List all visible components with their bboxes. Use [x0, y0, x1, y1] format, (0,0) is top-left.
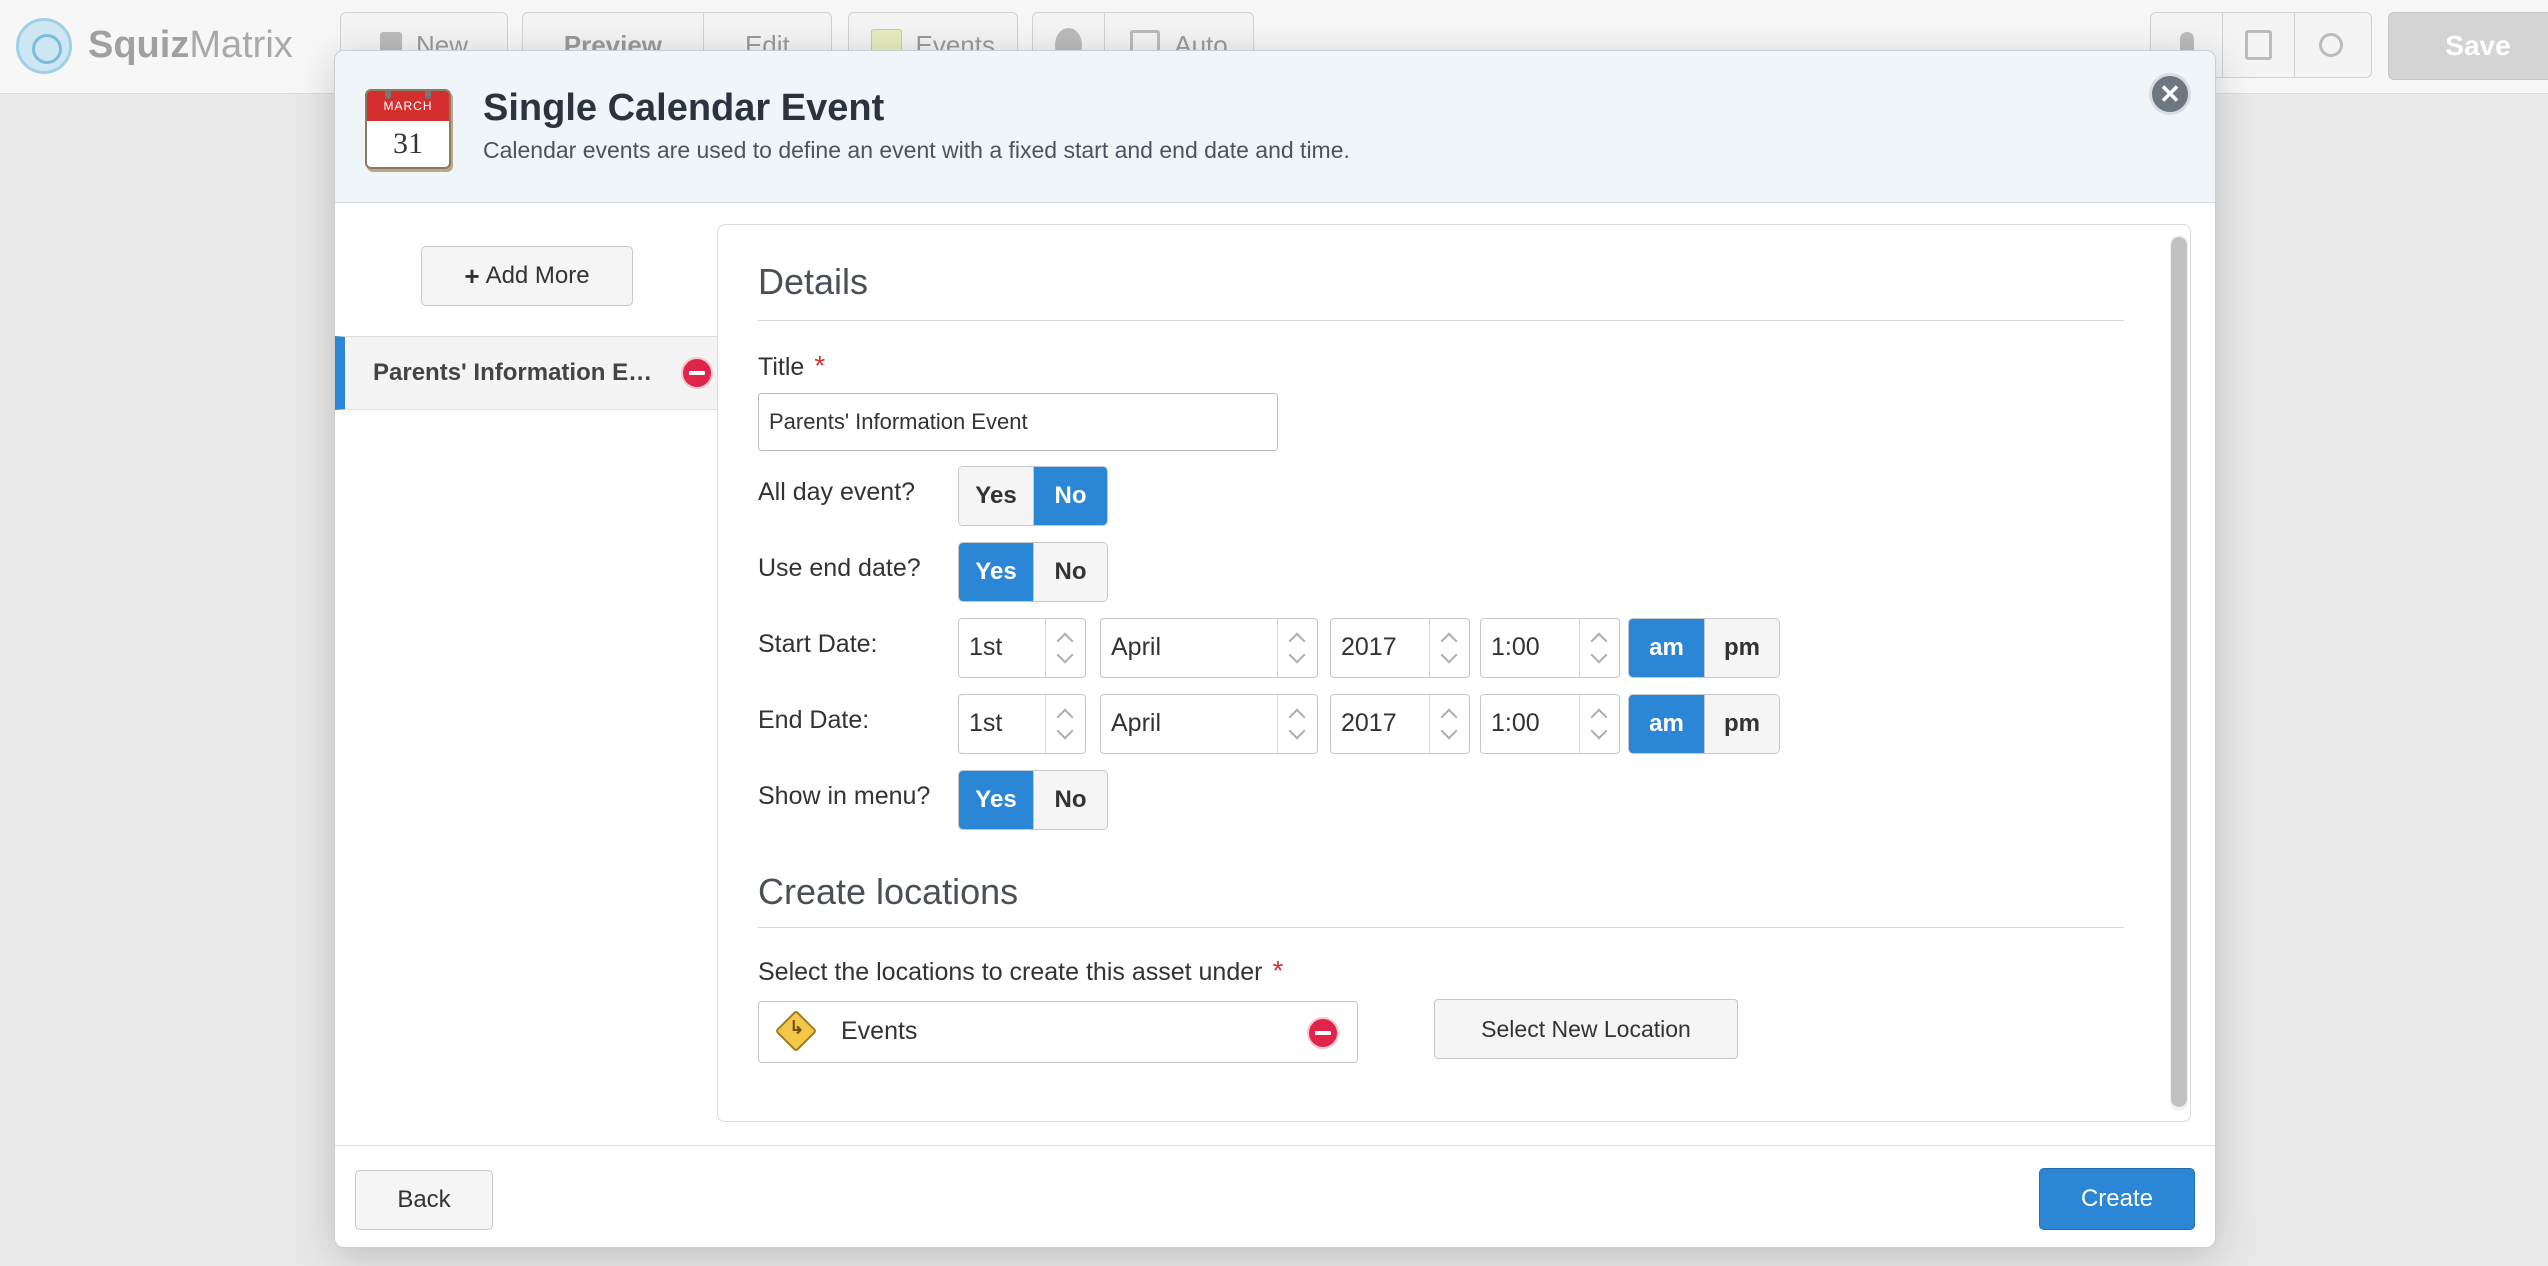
use-end-date-label: Use end date? [758, 554, 921, 582]
required-icon: * [814, 350, 826, 381]
remove-location-icon[interactable] [1307, 1017, 1339, 1049]
chevron-down-icon[interactable] [1440, 722, 1458, 740]
end-year-stepper[interactable]: 2017 [1330, 694, 1470, 754]
create-button[interactable]: Create [2039, 1168, 2195, 1230]
locations-label: Select the locations to create this asse… [758, 955, 1284, 986]
show-in-menu-toggle: Yes No [958, 770, 1108, 830]
selected-location: Events [758, 1001, 1358, 1063]
details-heading: Details [758, 261, 869, 302]
modal-subtitle: Calendar events are used to define an ev… [483, 137, 1350, 163]
modal-header: MARCH 31 Single Calendar Event Calendar … [335, 51, 2215, 203]
divider [758, 927, 2124, 928]
title-input[interactable] [758, 393, 1278, 451]
chevron-down-icon[interactable] [1288, 722, 1306, 740]
start-time-stepper[interactable]: 1:00 [1480, 618, 1620, 678]
squiz-logo-icon [16, 18, 72, 74]
location-name: Events [841, 1017, 918, 1045]
divider [758, 320, 2124, 321]
all-day-label: All day event? [758, 478, 916, 506]
calendar-icon-month: MARCH [367, 91, 449, 121]
chevron-down-icon[interactable] [1288, 646, 1306, 664]
tree-button[interactable] [2223, 13, 2295, 77]
save-button[interactable]: Save [2388, 12, 2548, 80]
end-date-label: End Date: [758, 706, 870, 734]
start-pm-option[interactable]: pm [1704, 619, 1779, 677]
chevron-down-icon[interactable] [1590, 722, 1608, 740]
tree-icon [2245, 30, 2272, 60]
app-logo-text: SquizMatrix [88, 24, 293, 66]
use-end-date-yes-option[interactable]: Yes [959, 543, 1033, 601]
close-icon[interactable]: ✕ [2149, 73, 2191, 115]
start-month-stepper[interactable]: April [1100, 618, 1318, 678]
show-in-menu-label: Show in menu? [758, 782, 931, 810]
use-end-date-no-option[interactable]: No [1033, 543, 1107, 601]
show-in-menu-no-option[interactable]: No [1033, 771, 1107, 829]
back-button[interactable]: Back [355, 1170, 493, 1230]
end-pm-option[interactable]: pm [1704, 695, 1779, 753]
title-label: Title * [758, 350, 826, 381]
calendar-icon-day: 31 [393, 127, 423, 160]
chevron-down-icon[interactable] [1440, 646, 1458, 664]
all-day-yes-option[interactable]: Yes [959, 467, 1033, 525]
start-meridiem-toggle: am pm [1628, 618, 1780, 678]
remove-asset-icon[interactable] [681, 357, 713, 389]
start-am-option[interactable]: am [1629, 619, 1704, 677]
calendar-icon: MARCH 31 [365, 89, 451, 169]
search-button[interactable] [2295, 13, 2367, 77]
end-time-stepper[interactable]: 1:00 [1480, 694, 1620, 754]
add-more-button[interactable]: + Add More [421, 246, 633, 306]
select-new-location-button[interactable]: Select New Location [1434, 999, 1738, 1059]
modal-footer: Back Create [335, 1145, 2215, 1247]
use-end-date-toggle: Yes No [958, 542, 1108, 602]
create-asset-modal: MARCH 31 Single Calendar Event Calendar … [334, 50, 2216, 1248]
end-month-stepper[interactable]: April [1100, 694, 1318, 754]
required-icon: * [1272, 955, 1284, 986]
end-meridiem-toggle: am pm [1628, 694, 1780, 754]
location-asset-icon [774, 1009, 818, 1053]
all-day-no-option[interactable]: No [1033, 467, 1107, 525]
start-day-stepper[interactable]: 1st [958, 618, 1086, 678]
end-day-stepper[interactable]: 1st [958, 694, 1086, 754]
end-am-option[interactable]: am [1629, 695, 1704, 753]
search-icon [2319, 33, 2343, 57]
scrollbar-thumb[interactable] [2171, 237, 2187, 1107]
asset-list-item[interactable]: Parents' Information Event [335, 336, 719, 410]
start-year-stepper[interactable]: 2017 [1330, 618, 1470, 678]
modal-title: Single Calendar Event [483, 87, 885, 129]
show-in-menu-yes-option[interactable]: Yes [959, 771, 1033, 829]
chevron-down-icon[interactable] [1590, 646, 1608, 664]
details-panel: Details Title* All day event? Yes No Use… [717, 224, 2191, 1122]
all-day-toggle: Yes No [958, 466, 1108, 526]
asset-list-item-label: Parents' Information Event [373, 359, 663, 386]
add-more-label: Add More [485, 262, 590, 289]
chevron-down-icon[interactable] [1056, 722, 1074, 740]
chevron-down-icon[interactable] [1056, 646, 1074, 664]
start-date-label: Start Date: [758, 630, 878, 658]
asset-list-column: + Add More Parents' Information Event [335, 204, 719, 1150]
create-locations-heading: Create locations [758, 871, 1019, 912]
plus-icon: + [464, 260, 480, 291]
